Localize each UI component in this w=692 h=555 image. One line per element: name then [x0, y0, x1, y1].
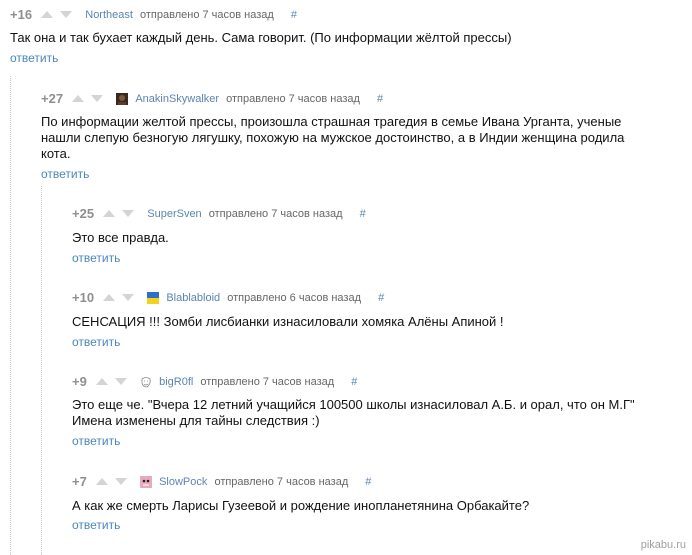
comment-permalink[interactable]: #: [377, 93, 383, 105]
comment-author-link[interactable]: SlowPock: [159, 473, 207, 491]
comment-author-link[interactable]: SuperSven: [147, 205, 201, 223]
ukraine-flag-icon: [147, 292, 160, 304]
downvote-arrow-icon[interactable]: [122, 210, 135, 217]
downvote-arrow-icon[interactable]: [91, 95, 104, 102]
comment-header: +27 AnakinSkywalker отправлено 7 часов н…: [41, 90, 383, 108]
upvote-arrow-icon[interactable]: [95, 378, 108, 385]
reply-link[interactable]: ответить: [72, 434, 120, 448]
upvote-arrow-icon[interactable]: [41, 11, 54, 18]
comment-score: +25: [72, 206, 95, 221]
comment-timestamp: отправлено 7 часов назад: [200, 376, 335, 388]
comment-permalink[interactable]: #: [378, 292, 384, 304]
comment-score: +27: [41, 91, 64, 106]
comment-timestamp: отправлено 6 часов назад: [227, 292, 361, 304]
trollface-icon: [141, 377, 151, 388]
reply-link[interactable]: ответить: [72, 251, 120, 265]
thread-rail-2: [41, 186, 43, 555]
comment-score: +9: [72, 374, 87, 389]
comment-score: +7: [72, 474, 87, 489]
upvote-arrow-icon[interactable]: [95, 478, 108, 485]
reply-link[interactable]: ответить: [10, 51, 58, 65]
comment-timestamp: отправлено 7 часов назад: [226, 93, 360, 105]
comment-text: Это еще че. "Вчера 12 летний учащийся 10…: [72, 397, 635, 428]
comment-header: +16 Northeast отправлено 7 часов назад #: [10, 6, 297, 24]
comment-text: А как же смерть Ларисы Гузеевой и рожден…: [72, 498, 530, 513]
comment-author-link[interactable]: AnakinSkywalker: [135, 90, 219, 108]
comment-score: +16: [10, 7, 33, 22]
reply-link[interactable]: ответить: [41, 167, 89, 181]
comment-permalink[interactable]: #: [291, 9, 297, 21]
comment-author-link[interactable]: Blablabloid: [166, 289, 220, 307]
comment-text: По информации желтой прессы, произошла с…: [41, 114, 625, 161]
comment-timestamp: отправлено 7 часов назад: [208, 208, 343, 220]
reply-link[interactable]: ответить: [72, 518, 120, 532]
comment-permalink[interactable]: #: [365, 476, 371, 488]
downvote-arrow-icon[interactable]: [122, 294, 135, 301]
comment-text: СЕНСАЦИЯ !!! Зомби лисбианки изнасиловал…: [72, 314, 504, 329]
comment-permalink[interactable]: #: [360, 208, 366, 220]
comment-text: Это все правда.: [72, 230, 169, 245]
site-watermark: pikabu.ru: [640, 539, 686, 551]
upvote-arrow-icon[interactable]: [103, 294, 116, 301]
comment-header: +10 Blablabloid отправлено 6 часов назад…: [72, 289, 384, 307]
comment-header: +25 SuperSven отправлено 7 часов назад #: [72, 205, 366, 223]
slowpoke-avatar-icon: [140, 476, 153, 488]
comment-timestamp: отправлено 7 часов назад: [140, 9, 274, 21]
upvote-arrow-icon[interactable]: [103, 210, 116, 217]
downvote-arrow-icon[interactable]: [114, 478, 127, 485]
dark-avatar-icon: [116, 93, 129, 105]
thread-rail-1: [10, 76, 12, 555]
upvote-arrow-icon[interactable]: [72, 95, 85, 102]
comment-header: +9 bigR0fl отправлено 7 часов назад #: [72, 373, 357, 391]
downvote-arrow-icon[interactable]: [114, 378, 127, 385]
comment-author-link[interactable]: Northeast: [85, 6, 133, 24]
comment-permalink[interactable]: #: [351, 376, 357, 388]
comment-timestamp: отправлено 7 часов назад: [214, 476, 349, 488]
comment-score: +10: [72, 290, 95, 305]
comment-author-link[interactable]: bigR0fl: [159, 373, 193, 391]
reply-link[interactable]: ответить: [72, 335, 120, 349]
comment-header: +7 SlowPock отправлено 7 часов назад #: [72, 473, 371, 491]
comment-text: Так она и так бухает каждый день. Сама г…: [10, 30, 512, 45]
downvote-arrow-icon[interactable]: [60, 11, 73, 18]
